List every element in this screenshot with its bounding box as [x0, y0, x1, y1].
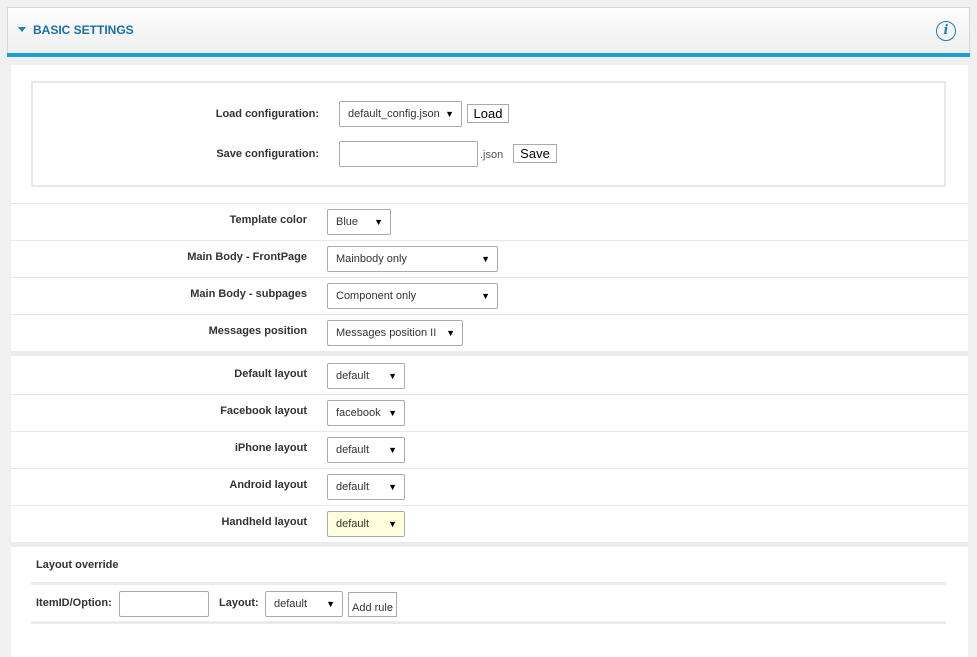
select-value: Component only [336, 290, 417, 302]
main-body-frontpage-select[interactable]: Mainbody only ▼ [327, 246, 498, 272]
save-button[interactable]: Save [513, 144, 557, 163]
row-divider [11, 394, 968, 395]
load-button[interactable]: Load [467, 104, 509, 123]
select-value: default [274, 598, 308, 610]
json-suffix: .json [480, 149, 504, 161]
default-layout-label: Default layout [234, 368, 307, 380]
main-body-subpages-select[interactable]: Component only ▼ [327, 283, 498, 309]
select-value: default [336, 481, 370, 493]
template-color-select[interactable]: Blue ▼ [327, 209, 391, 235]
android-layout-select[interactable]: default ▼ [327, 474, 405, 500]
messages-position-label: Messages position [208, 325, 307, 337]
select-value: default_config.json [348, 108, 440, 120]
select-value: facebook [336, 407, 381, 419]
save-configuration-label: Save configuration: [216, 148, 319, 160]
dropdown-arrow-icon: ▼ [481, 254, 490, 264]
row-divider [11, 203, 968, 204]
override-layout-select[interactable]: default ▼ [265, 591, 343, 617]
dropdown-arrow-icon: ▼ [446, 328, 455, 338]
dropdown-arrow-icon: ▼ [326, 599, 335, 609]
dropdown-arrow-icon: ▼ [481, 291, 490, 301]
itemid-option-label: ItemID/Option: [36, 597, 112, 609]
settings-content: Load configuration: default_config.json … [11, 65, 968, 657]
default-layout-select[interactable]: default ▼ [327, 363, 405, 389]
panel-title[interactable]: BASIC SETTINGS [33, 23, 134, 37]
select-value: Messages position II [336, 327, 437, 339]
load-configuration-select[interactable]: default_config.json ▼ [339, 101, 462, 127]
override-divider [31, 582, 946, 585]
dropdown-arrow-icon: ▼ [388, 445, 397, 455]
dropdown-arrow-icon: ▼ [374, 217, 383, 227]
row-divider [11, 240, 968, 241]
panel-header[interactable]: BASIC SETTINGS i [7, 7, 970, 53]
select-value: default [336, 518, 370, 530]
configuration-box: Load configuration: default_config.json … [31, 81, 946, 187]
facebook-layout-select[interactable]: facebook ▼ [327, 400, 405, 426]
handheld-layout-label: Handheld layout [221, 516, 307, 528]
main-body-subpages-label: Main Body - subpages [190, 288, 307, 300]
layout-override-title: Layout override [36, 559, 119, 571]
iphone-layout-select[interactable]: default ▼ [327, 437, 405, 463]
override-layout-label: Layout: [219, 597, 259, 609]
messages-position-select[interactable]: Messages position II ▼ [327, 320, 463, 346]
dropdown-arrow-icon: ▼ [388, 408, 397, 418]
load-configuration-label: Load configuration: [215, 108, 319, 120]
save-configuration-input[interactable] [339, 141, 478, 167]
row-divider [11, 505, 968, 506]
dropdown-arrow-icon: ▼ [388, 482, 397, 492]
select-value: default [336, 444, 370, 456]
header-accent-bar [7, 53, 970, 57]
dropdown-arrow-icon: ▼ [445, 109, 454, 119]
select-value: Blue [336, 216, 359, 228]
caret-down-icon[interactable] [18, 27, 26, 32]
row-divider [11, 431, 968, 432]
section-separator [11, 351, 968, 356]
row-divider [11, 314, 968, 315]
dropdown-arrow-icon: ▼ [388, 371, 397, 381]
template-color-label: Template color [229, 214, 307, 226]
main-body-frontpage-label: Main Body - FrontPage [187, 251, 307, 263]
facebook-layout-label: Facebook layout [220, 405, 307, 417]
android-layout-label: Android layout [229, 479, 307, 491]
handheld-layout-select[interactable]: default ▼ [327, 511, 405, 537]
dropdown-arrow-icon: ▼ [388, 519, 397, 529]
info-icon[interactable]: i [936, 21, 956, 41]
add-rule-button[interactable]: Add rule [348, 592, 397, 617]
row-divider [11, 468, 968, 469]
iphone-layout-label: iPhone layout [234, 442, 307, 454]
section-separator [11, 542, 968, 547]
override-divider [31, 621, 946, 624]
itemid-option-input[interactable] [119, 591, 209, 617]
select-value: Mainbody only [336, 253, 407, 265]
select-value: default [336, 370, 370, 382]
row-divider [11, 277, 968, 278]
